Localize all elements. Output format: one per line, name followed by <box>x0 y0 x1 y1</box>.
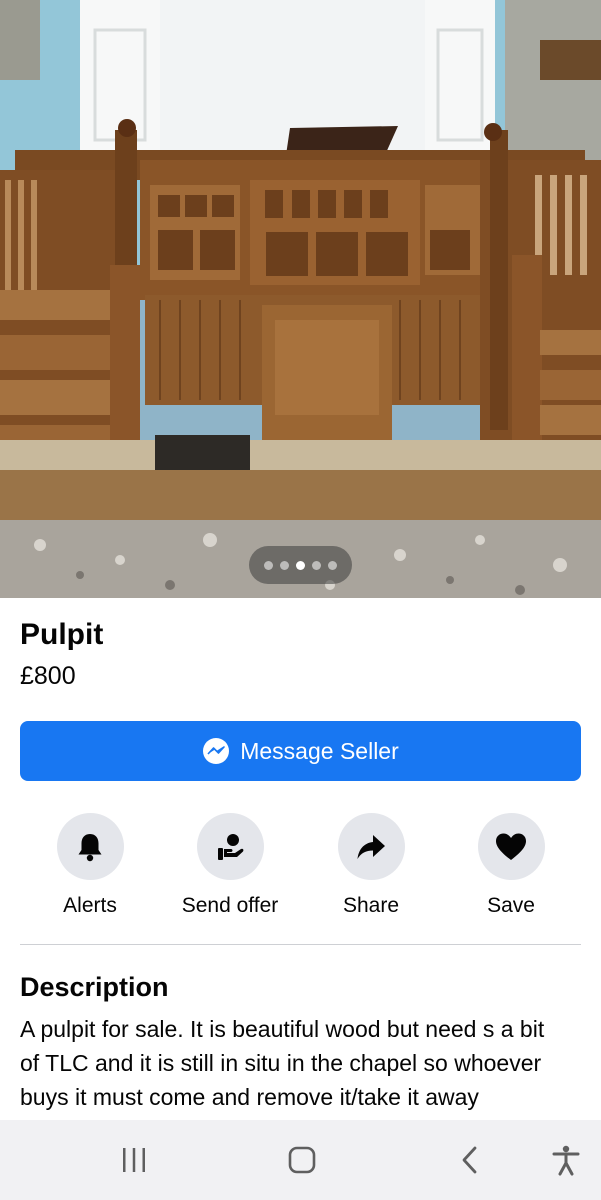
recents-icon <box>123 1148 145 1172</box>
home-icon <box>288 1146 316 1174</box>
accessibility-button[interactable] <box>536 1120 596 1200</box>
pager-dot <box>264 560 273 570</box>
share-arrow-icon <box>337 813 405 880</box>
back-button[interactable] <box>440 1120 500 1200</box>
alerts-button[interactable]: Alerts <box>20 813 160 918</box>
heart-icon <box>477 813 545 880</box>
send-offer-label: Send offer <box>181 894 279 917</box>
system-nav-bar <box>0 1120 601 1200</box>
action-row: Alerts Send offer Share Save <box>20 813 581 923</box>
description-heading: Description <box>20 972 169 1002</box>
offer-hand-icon <box>196 813 264 880</box>
pulpit-image <box>0 0 601 598</box>
pager-dot <box>280 560 289 570</box>
home-button[interactable] <box>272 1120 332 1200</box>
share-button[interactable]: Share <box>301 813 441 918</box>
message-seller-button[interactable]: Message Seller <box>20 721 581 781</box>
messenger-icon <box>202 737 230 765</box>
send-offer-button[interactable]: Send offer <box>160 813 300 918</box>
listing-price: £800 <box>20 662 76 690</box>
pager-dot <box>328 560 337 570</box>
alerts-label: Alerts <box>63 894 117 917</box>
recents-button[interactable] <box>104 1120 164 1200</box>
save-label: Save <box>487 894 535 917</box>
bell-icon <box>56 813 124 880</box>
save-button[interactable]: Save <box>441 813 581 918</box>
share-label: Share <box>342 894 400 917</box>
pager-dot-active <box>296 560 305 570</box>
back-icon <box>462 1146 477 1174</box>
pager-dot <box>312 560 321 570</box>
listing-title: Pulpit <box>20 618 104 651</box>
image-pager[interactable] <box>249 546 352 584</box>
divider <box>20 944 581 945</box>
description-text: A pulpit for sale. It is beautiful wood … <box>20 1016 545 1120</box>
listing-photo[interactable] <box>0 0 601 598</box>
message-seller-label: Message Seller <box>240 737 399 764</box>
accessibility-icon <box>552 1145 580 1176</box>
